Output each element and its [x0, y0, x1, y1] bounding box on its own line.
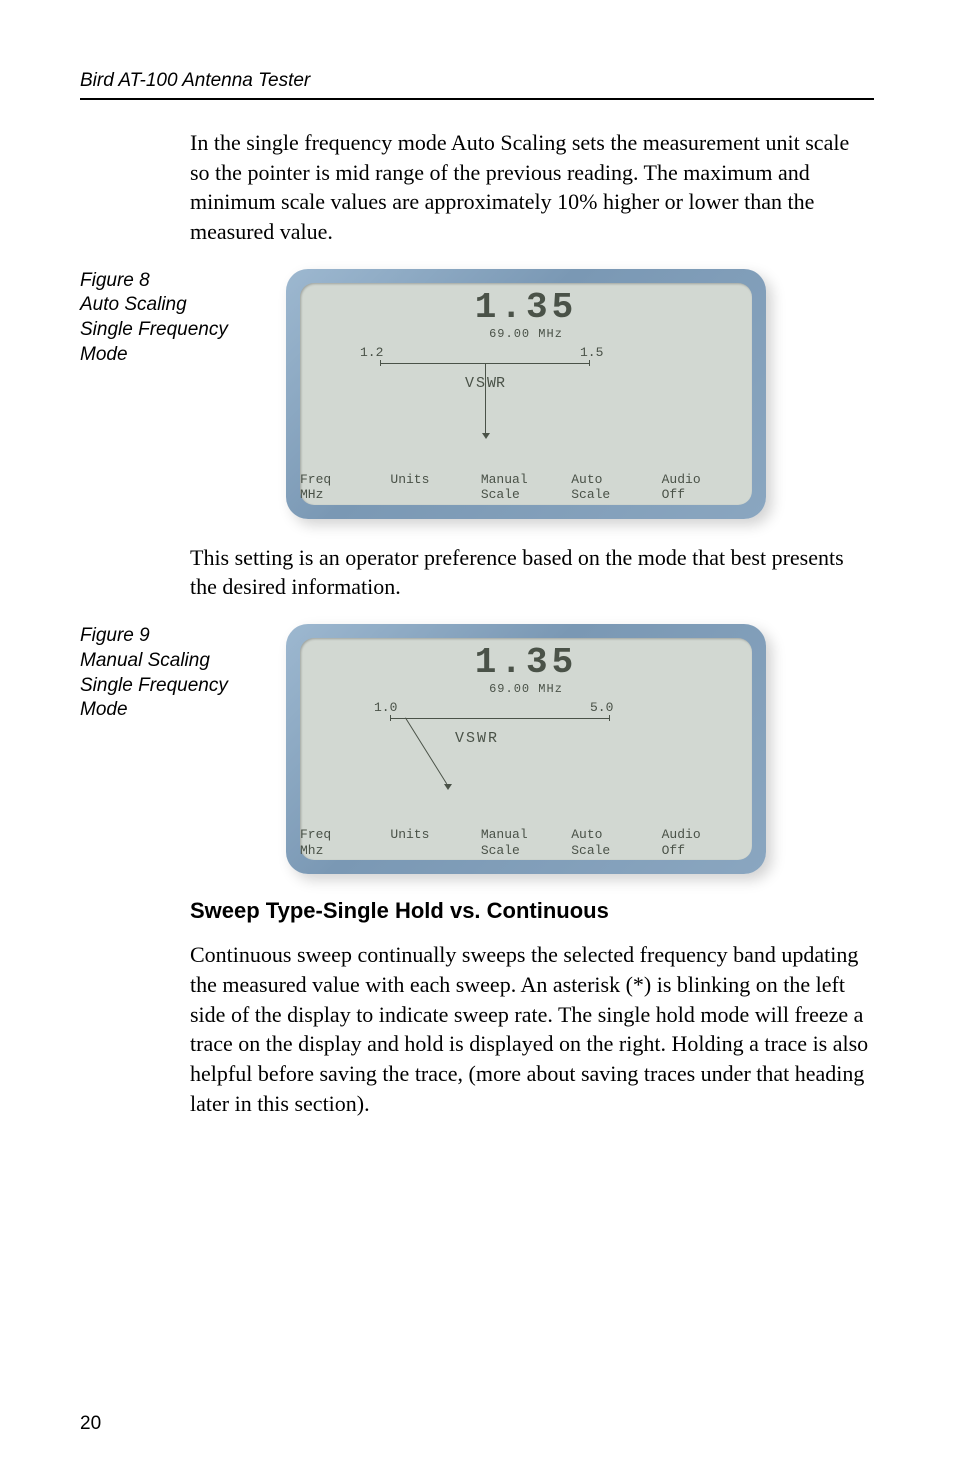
fig9-reading: 1.35	[475, 642, 577, 683]
fig9-caption-line2: Manual Scaling Single Frequency Mode	[80, 650, 228, 720]
page-header: Bird AT-100 Antenna Tester	[80, 70, 874, 92]
fig9-axis	[390, 718, 610, 719]
figure-8-caption: Figure 8 Auto Scaling Single Frequency M…	[80, 269, 230, 368]
fig8-softkey-auto-scale[interactable]: AutoScale	[571, 472, 661, 503]
fig9-pointer-tip	[444, 784, 452, 790]
fig8-caption-line2: Auto Scaling Single Frequency Mode	[80, 294, 228, 364]
fig9-softkey-manual-scale[interactable]: ManualScale	[481, 827, 571, 858]
fig9-softkey-auto-scale[interactable]: AutoScale	[571, 827, 661, 858]
fig8-axis-min: 1.2	[360, 345, 383, 360]
figure-8-row: Figure 8 Auto Scaling Single Frequency M…	[80, 269, 874, 519]
fig9-unit-label: VSWR	[455, 730, 499, 747]
fig8-softkeys: FreqMHz Units ManualScale AutoScale Audi…	[300, 472, 752, 503]
header-rule	[80, 98, 874, 100]
fig9-frequency: 69.00 MHz	[489, 682, 563, 696]
fig8-softkey-units[interactable]: Units	[390, 472, 480, 503]
fig8-softkey-freq[interactable]: FreqMHz	[300, 472, 390, 503]
fig8-frequency: 69.00 MHz	[489, 327, 563, 341]
figure-8-lcd: 1.35 69.00 MHz 1.2 1.5 VSWR FreqMHz Unit…	[286, 269, 766, 519]
fig9-softkeys: FreqMhz Units ManualScale AutoScale Audi…	[300, 827, 752, 858]
fig8-unit-label: VSWR	[465, 375, 507, 392]
fig9-softkey-units[interactable]: Units	[390, 827, 480, 858]
page-number: 20	[80, 1413, 101, 1435]
paragraph-3: Continuous sweep continually sweeps the …	[190, 940, 874, 1118]
fig9-softkey-audio[interactable]: AudioOff	[662, 827, 752, 858]
section-heading: Sweep Type-Single Hold vs. Continuous	[190, 898, 874, 924]
fig9-axis-min: 1.0	[374, 700, 397, 715]
fig8-pointer	[485, 363, 486, 433]
paragraph-1: In the single frequency mode Auto Scalin…	[190, 128, 874, 247]
figure-9-caption: Figure 9 Manual Scaling Single Frequency…	[80, 624, 230, 723]
figure-9-lcd: 1.35 69.00 MHz 1.0 5.0 VSWR FreqMhz Unit…	[286, 624, 766, 874]
paragraph-2: This setting is an operator preference b…	[190, 543, 874, 602]
fig9-axis-max: 5.0	[590, 700, 613, 715]
fig8-axis-max: 1.5	[580, 345, 603, 360]
fig8-caption-line1: Figure 8	[80, 270, 150, 291]
fig9-pointer	[405, 718, 447, 785]
figure-9-row: Figure 9 Manual Scaling Single Frequency…	[80, 624, 874, 874]
fig8-softkey-manual-scale[interactable]: ManualScale	[481, 472, 571, 503]
fig8-reading: 1.35	[475, 287, 577, 328]
fig9-softkey-freq[interactable]: FreqMhz	[300, 827, 390, 858]
fig8-softkey-audio[interactable]: AudioOff	[662, 472, 752, 503]
fig9-caption-line1: Figure 9	[80, 625, 150, 646]
